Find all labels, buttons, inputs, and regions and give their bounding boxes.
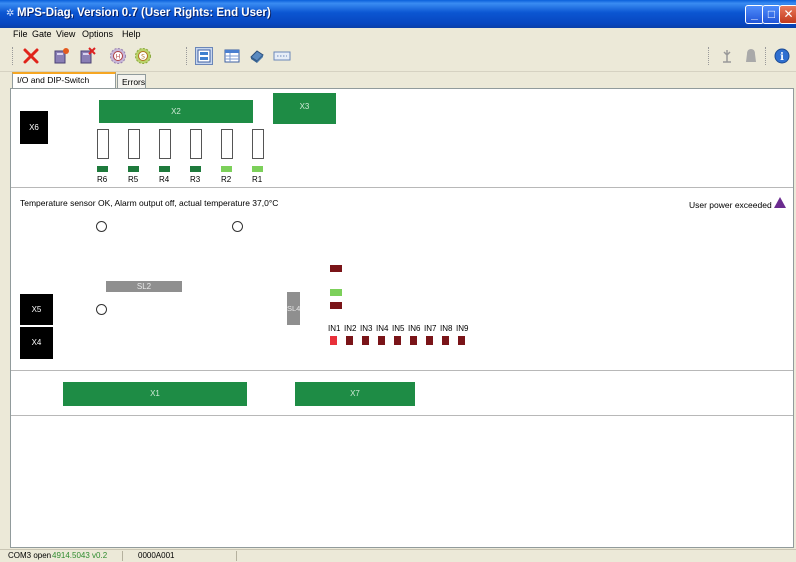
input-in9-led <box>458 336 465 345</box>
gear-h-icon[interactable]: H <box>109 47 127 65</box>
input-in1-led <box>330 336 337 345</box>
toolbar-separator <box>708 47 710 65</box>
status-circle <box>96 304 107 315</box>
window-title: MPS-Diag, Version 0.7 (User Rights: End … <box>17 7 271 19</box>
table-view-icon[interactable] <box>223 47 241 65</box>
relay-r5-label: R5 <box>128 175 139 184</box>
tab-io-status[interactable]: I/O and DIP-Switch Status <box>12 72 116 98</box>
input-in2-led <box>346 336 353 345</box>
section-divider <box>11 415 793 416</box>
svg-text:S: S <box>141 54 145 61</box>
connector-x6: X6 <box>20 111 48 144</box>
connector-x1: X1 <box>63 382 247 406</box>
input-in1-label: IN1 <box>328 324 341 333</box>
relay-r3-switch <box>190 129 202 159</box>
status-circle <box>96 221 107 232</box>
input-in8-label: IN8 <box>440 324 453 333</box>
panel-view-icon[interactable] <box>273 47 291 65</box>
temperature-status-text: Temperature sensor OK, Alarm output off,… <box>20 198 279 208</box>
warning-triangle-icon <box>774 197 786 208</box>
close-icon[interactable] <box>22 47 40 65</box>
relay-r2-label: R2 <box>221 175 232 184</box>
status-version: 4914.5043 v0.2 <box>52 551 108 560</box>
add-document-icon[interactable] <box>52 47 70 65</box>
status-divider <box>236 551 237 561</box>
input-in7-label: IN7 <box>424 324 437 333</box>
relay-r2-led <box>221 166 232 172</box>
input-in8-led <box>442 336 449 345</box>
input-in6-label: IN6 <box>408 324 421 333</box>
close-window-button[interactable]: ✕ <box>779 5 796 24</box>
relay-r4-led <box>159 166 170 172</box>
toolbar: H S i <box>0 41 796 72</box>
title-bar[interactable]: ✲ MPS-Diag, Version 0.7 (User Rights: En… <box>0 0 796 28</box>
menu-bar: File Gate View Options Help <box>0 28 796 41</box>
input-in6-led <box>410 336 417 345</box>
input-in3-label: IN3 <box>360 324 373 333</box>
relay-r1-switch <box>252 129 264 159</box>
indicator-led <box>330 302 342 309</box>
io-status-icon[interactable] <box>195 47 213 65</box>
remove-document-icon[interactable] <box>78 47 96 65</box>
relay-r3-label: R3 <box>190 175 201 184</box>
slot-sl4: SL4 <box>287 292 300 325</box>
input-in3-led <box>362 336 369 345</box>
relay-r5-switch <box>128 129 140 159</box>
status-code: 0000A001 <box>138 551 175 560</box>
menu-file[interactable]: File <box>13 29 28 39</box>
antenna-icon[interactable] <box>718 47 736 65</box>
toolbar-separator <box>765 47 767 65</box>
input-in5-label: IN5 <box>392 324 405 333</box>
input-in2-label: IN2 <box>344 324 357 333</box>
input-in5-led <box>394 336 401 345</box>
input-in4-label: IN4 <box>376 324 389 333</box>
indicator-led <box>330 289 342 296</box>
gray-shape-icon[interactable] <box>742 47 760 65</box>
slot-sl2: SL2 <box>106 281 182 292</box>
relay-r3-led <box>190 166 201 172</box>
menu-view[interactable]: View <box>56 29 75 39</box>
app-icon: ✲ <box>6 8 15 19</box>
connector-x7: X7 <box>295 382 415 406</box>
input-in7-led <box>426 336 433 345</box>
app-window: ✲ MPS-Diag, Version 0.7 (User Rights: En… <box>0 0 796 562</box>
relay-r6-led <box>97 166 108 172</box>
connector-x5: X5 <box>20 294 53 325</box>
module-icon[interactable] <box>248 47 266 65</box>
input-in4-led <box>378 336 385 345</box>
status-circle <box>232 221 243 232</box>
tab-strip: I/O and DIP-Switch Status Errors <box>0 72 796 98</box>
connector-x4: X4 <box>20 327 53 359</box>
toolbar-separator <box>12 47 14 65</box>
status-bar: COM3 open 4914.5043 v0.2 0000A001 <box>0 549 796 562</box>
gear-s-icon[interactable]: S <box>134 47 152 65</box>
input-in9-label: IN9 <box>456 324 469 333</box>
relay-r6-switch <box>97 129 109 159</box>
menu-gate[interactable]: Gate <box>32 29 52 39</box>
indicator-led <box>330 265 342 272</box>
relay-r2-switch <box>221 129 233 159</box>
power-warning-text: User power exceeded <box>689 200 772 210</box>
info-icon[interactable]: i <box>773 47 791 65</box>
relay-r1-label: R1 <box>252 175 263 184</box>
relay-r1-led <box>252 166 263 172</box>
relay-r6-label: R6 <box>97 175 108 184</box>
menu-options[interactable]: Options <box>82 29 113 39</box>
io-status-panel: X6 X2 X3 R6 R5 R4 R3 R2 R1 Temperature s… <box>10 88 794 548</box>
relay-r4-switch <box>159 129 171 159</box>
svg-text:i: i <box>780 52 784 63</box>
menu-help[interactable]: Help <box>122 29 141 39</box>
relay-r4-label: R4 <box>159 175 170 184</box>
status-divider <box>122 551 123 561</box>
svg-text:H: H <box>116 54 121 61</box>
connector-x3: X3 <box>273 93 336 124</box>
relay-r5-led <box>128 166 139 172</box>
toolbar-separator <box>186 47 188 65</box>
status-port: COM3 open <box>8 551 52 560</box>
connector-x2: X2 <box>99 100 253 123</box>
section-divider <box>11 370 793 371</box>
section-divider <box>11 187 793 188</box>
tab-errors[interactable]: Errors <box>117 74 146 88</box>
